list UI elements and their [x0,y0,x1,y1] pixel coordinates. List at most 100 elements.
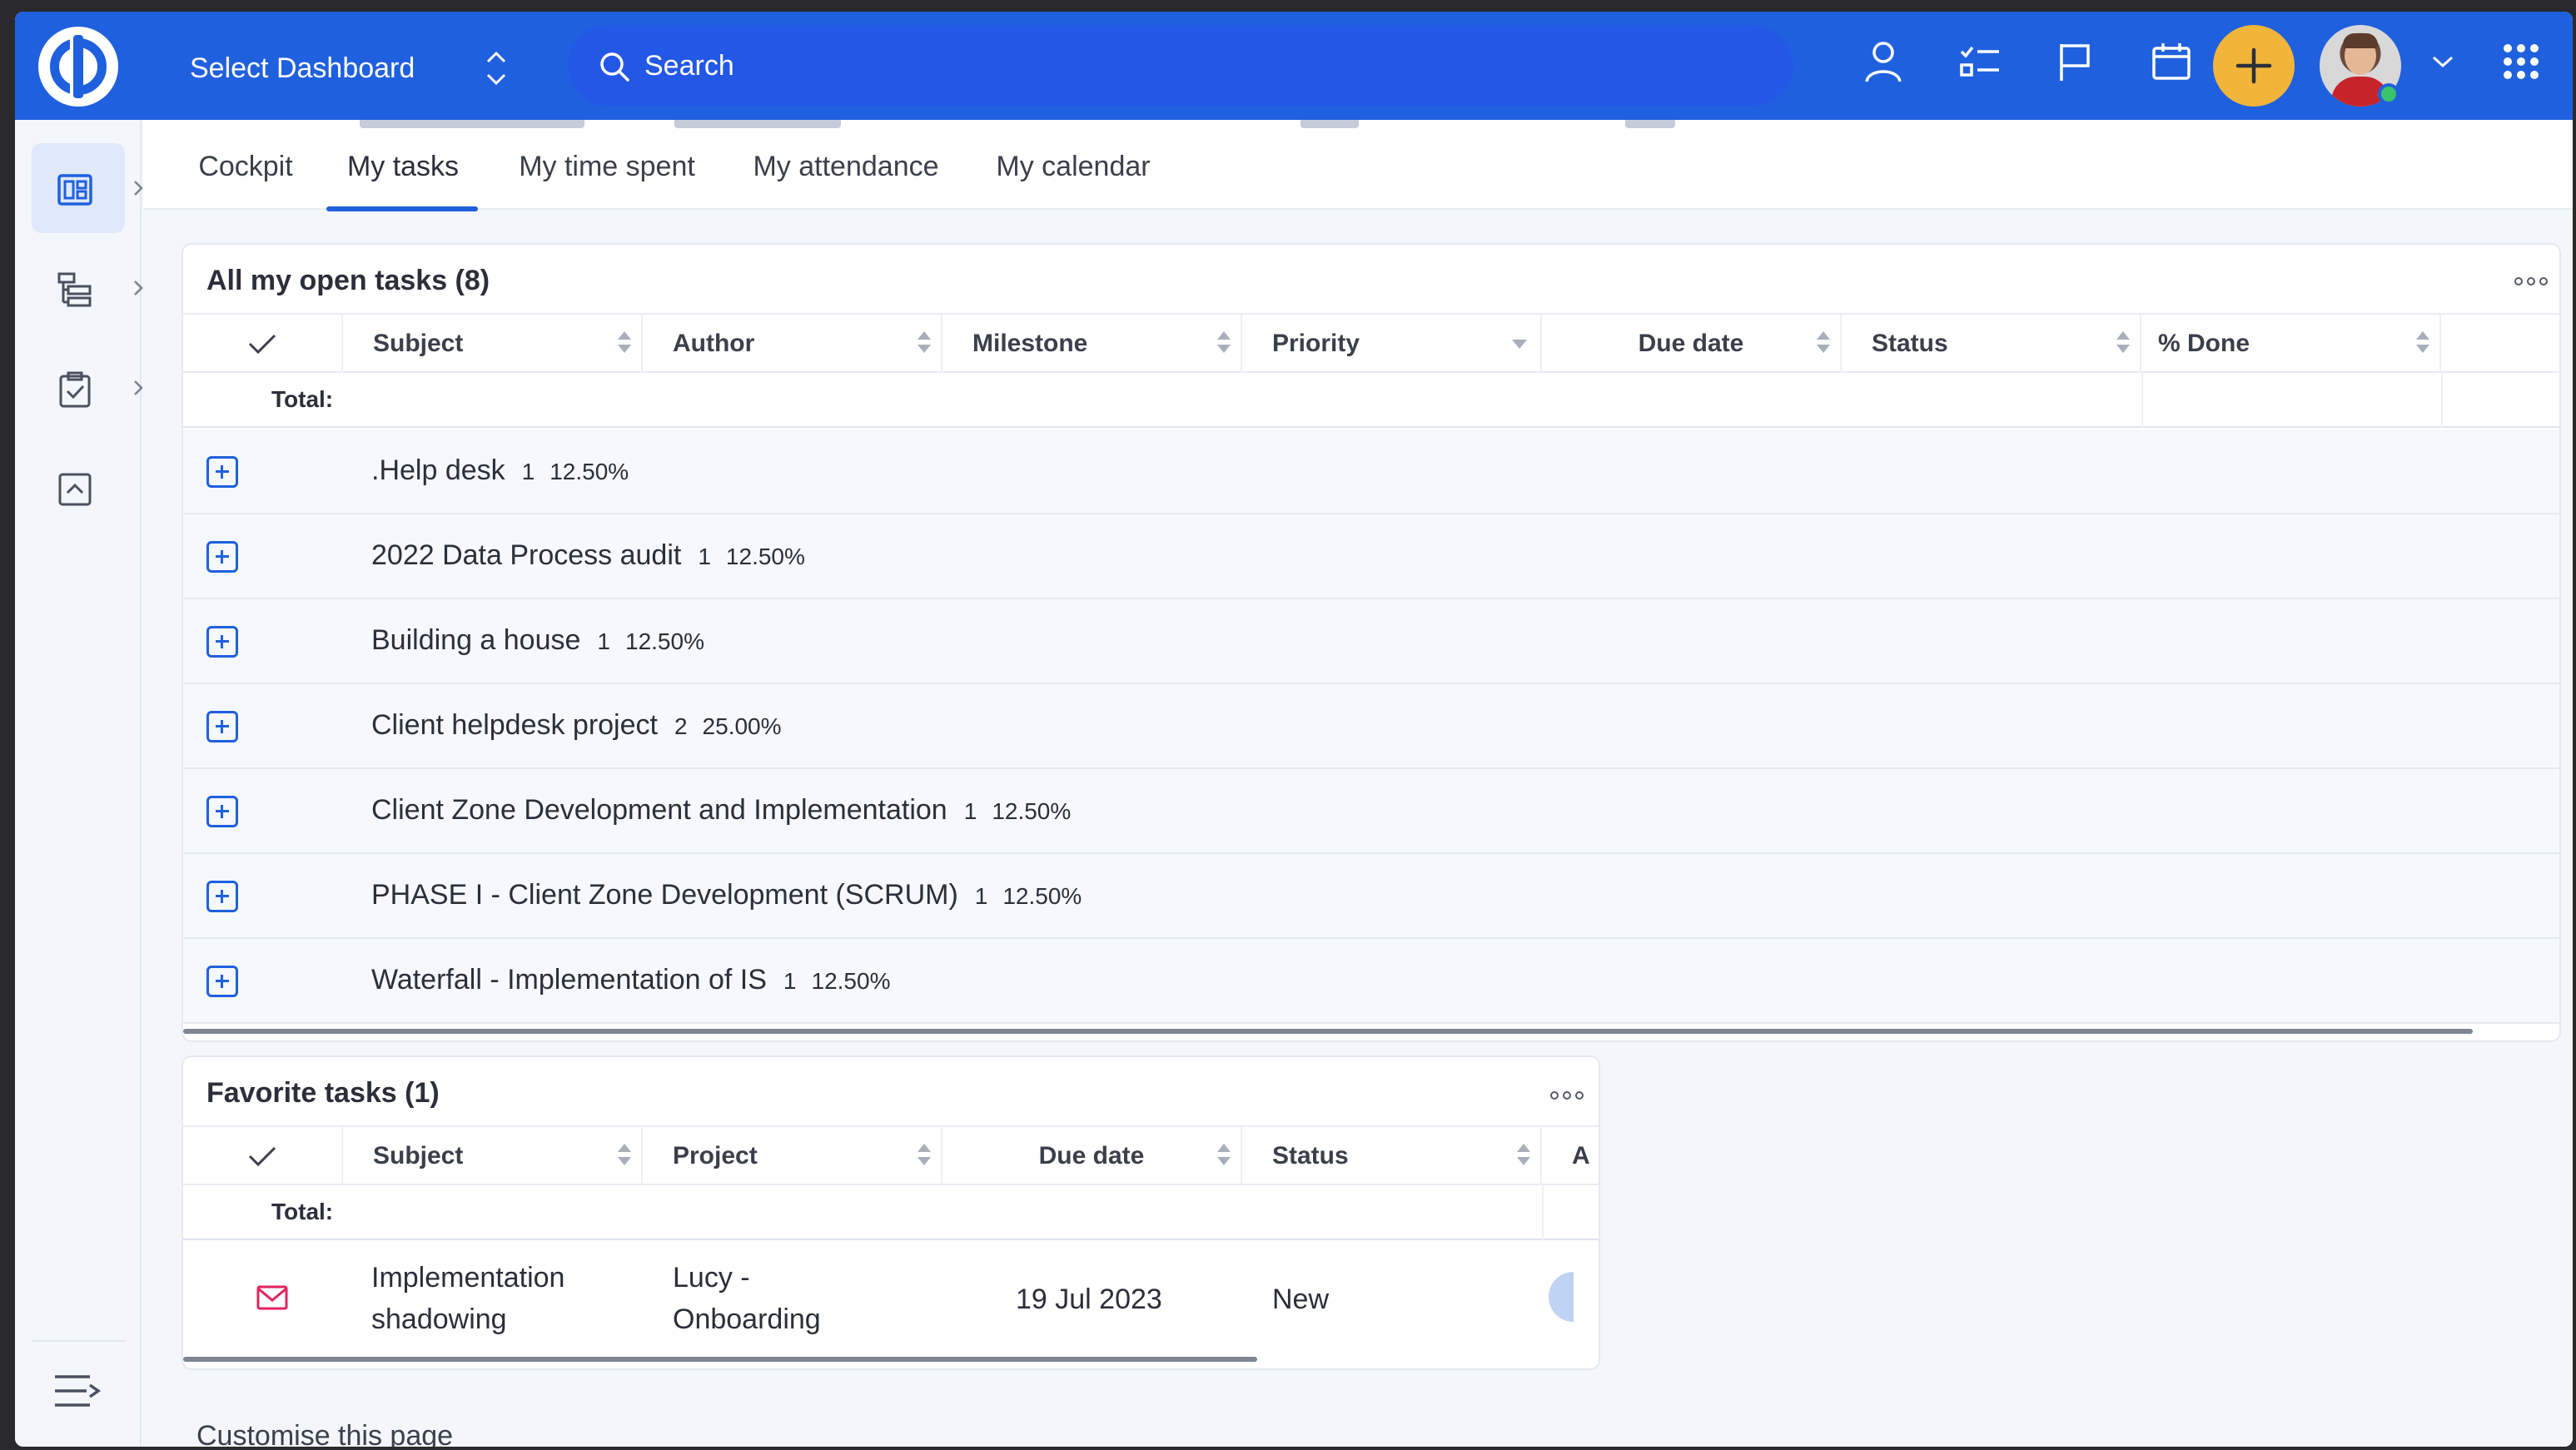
subject-line: Implementation [371,1262,565,1294]
column-header-subject[interactable]: Subject [343,1127,643,1185]
flag-icon[interactable] [2050,37,2100,87]
tab-bar: Cockpit My tasks My time spent My attend… [143,120,2573,211]
group-percent: 12.50% [992,798,1072,824]
apps-grid-icon[interactable] [2496,37,2546,87]
expand-plus-icon[interactable] [206,966,238,997]
group-count: 1 [974,883,988,909]
project-group-row[interactable]: Client Zone Development and Implementati… [183,769,2559,854]
calendar-icon[interactable] [2146,37,2196,87]
column-label: Author [673,330,755,357]
column-header-milestone[interactable]: Milestone [942,315,1242,373]
project-group-row[interactable]: 2022 Data Process audit 1 12.50% [183,514,2559,599]
user-icon[interactable] [1858,37,1908,87]
column-header-percent-done[interactable]: % Done [2141,315,2441,373]
project-line: Onboarding [673,1304,821,1335]
sort-icon [618,331,631,356]
menu-toggle-icon[interactable] [53,1370,102,1412]
subject-line: shadowing [371,1304,507,1335]
group-count: 1 [521,459,535,484]
tab-my-attendance[interactable]: My attendance [736,142,956,191]
sidebar-item-clipboard[interactable] [32,343,143,433]
totals-row: Total: [183,373,2559,428]
group-name: PHASE I - Client Zone Development (SCRUM… [371,879,958,911]
app-logo[interactable] [38,27,118,107]
horizontal-scrollbar[interactable] [183,1357,1257,1362]
group-name: Building a house [371,624,581,656]
search-icon [600,52,629,82]
dashboard-selector[interactable]: Select Dashboard [190,45,506,92]
tasks-checklist-icon[interactable] [1955,37,2005,87]
search-input[interactable] [644,43,1727,88]
tab-my-calendar[interactable]: My calendar [974,142,1172,191]
column-header-priority[interactable]: Priority [1242,315,1542,373]
table-row[interactable]: Implementation shadowing Lucy - Onboardi… [183,1242,1599,1358]
group-percent: 25.00% [702,713,782,739]
column-label: Due date [1038,1142,1145,1169]
expand-plus-icon[interactable] [206,711,238,742]
project-group-row[interactable]: Client helpdesk project 2 25.00% [183,684,2559,769]
sort-icon [1217,1144,1231,1169]
column-label: Subject [373,1142,464,1169]
customise-page-link[interactable]: Customise this page [196,1420,453,1447]
group-percent: 12.50% [1002,883,1082,909]
column-header-due-date[interactable]: Due date [1542,315,1842,373]
totals-row: Total: [183,1185,1599,1240]
tab-my-time-spent[interactable]: My time spent [496,142,718,191]
favorite-tasks-card: Favorite tasks (1) Subject Project Due d… [182,1055,1600,1370]
online-status-dot [2378,83,2399,105]
more-options-icon[interactable] [1550,1087,1584,1104]
list-tree-icon [57,272,92,307]
project-group-row[interactable]: .Help desk 1 12.50% [183,430,2559,514]
group-percent: 12.50% [811,968,891,994]
app-window: Select Dashboard Search Cockpit My tasks… [15,12,2573,1447]
card-title: All my open tasks (8) [206,265,490,296]
chevron-up-down-icon [486,51,506,86]
column-header-status[interactable]: Status [1242,1127,1542,1185]
expand-plus-icon[interactable] [206,541,238,573]
column-label: Status [1872,330,1948,357]
task-status: New [1272,1284,1330,1315]
sort-icon [1817,331,1830,356]
column-label: Milestone [972,330,1088,357]
project-group-row[interactable]: Building a house 1 12.50% [183,599,2559,684]
collapse-up-icon [58,473,92,506]
column-header-subject[interactable]: Subject [343,315,643,373]
project-line: Lucy - [673,1262,750,1294]
project-group-row[interactable]: PHASE I - Client Zone Development (SCRUM… [183,854,2559,939]
select-all-checkbox[interactable] [183,1127,343,1185]
sort-desc-icon [1512,340,1527,349]
task-subject-link[interactable]: Implementation shadowing [371,1257,564,1340]
more-options-icon[interactable] [2514,273,2548,290]
select-all-checkbox[interactable] [183,315,343,373]
column-label: Subject [373,330,464,357]
group-name: .Help desk [371,454,505,486]
group-count: 2 [674,713,688,739]
search-bar[interactable] [568,25,1793,107]
sidebar-item-list[interactable] [32,243,143,333]
group-percent: 12.50% [550,459,629,484]
column-header-truncated[interactable]: A [1542,1127,1599,1185]
expand-plus-icon[interactable] [206,796,238,827]
column-header-project[interactable]: Project [643,1127,942,1185]
column-label: % Done [2158,330,2250,357]
column-header-status[interactable]: Status [1842,315,2141,373]
checkmark-icon [248,334,276,355]
tab-my-tasks[interactable]: My tasks [328,142,478,191]
column-header-author[interactable]: Author [643,315,942,373]
scrolled-content-edge [360,120,584,128]
expand-plus-icon[interactable] [206,626,238,658]
mail-icon[interactable] [256,1285,288,1310]
sidebar-item-dashboard[interactable] [32,143,143,233]
sort-icon [1517,1144,1530,1169]
tab-cockpit[interactable]: Cockpit [183,142,308,191]
column-header-due-date[interactable]: Due date [942,1127,1242,1185]
horizontal-scrollbar[interactable] [183,1029,2473,1034]
sidebar-item-collapse[interactable] [32,443,125,533]
task-project-link[interactable]: Lucy - Onboarding [673,1257,821,1340]
group-name: Waterfall - Implementation of IS [371,964,767,996]
project-group-row[interactable]: Waterfall - Implementation of IS 1 12.50% [183,939,2559,1024]
chevron-down-icon[interactable] [2418,37,2468,87]
expand-plus-icon[interactable] [206,456,238,488]
expand-plus-icon[interactable] [206,881,238,912]
plus-icon[interactable] [2213,25,2295,107]
